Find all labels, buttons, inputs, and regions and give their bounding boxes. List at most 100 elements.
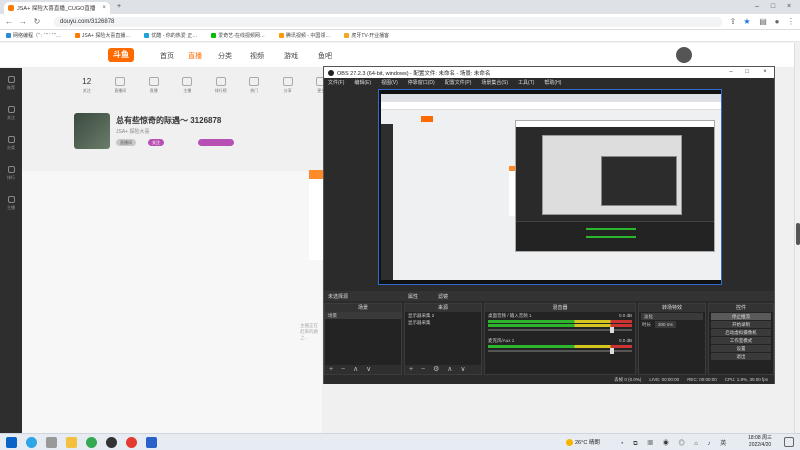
source-item[interactable]: 显示器采集 2 <box>405 312 481 319</box>
stop-streaming-button[interactable]: 停止推流 <box>711 313 771 320</box>
weibo-icon[interactable] <box>126 437 137 448</box>
nav-game[interactable]: 游戏 <box>284 51 298 61</box>
obs-menu-file[interactable]: 文件(F) <box>328 79 344 86</box>
volume-slider[interactable] <box>488 327 632 333</box>
video-player[interactable]: 主播正在赶来的路上… <box>22 171 322 433</box>
slider-thumb[interactable] <box>610 348 614 354</box>
filters-button[interactable]: 滤镜 <box>438 293 448 300</box>
profile-icon[interactable]: ● <box>772 17 782 27</box>
subnav-item[interactable]: 主播 <box>175 77 201 107</box>
obs-maximize-icon[interactable]: □ <box>740 67 754 78</box>
bookmark-icon <box>6 33 11 38</box>
bookmark-item[interactable]: 腾讯视频 - 中国领… <box>278 32 330 39</box>
sidebar-item[interactable]: 关注 <box>0 98 22 128</box>
obs-preview[interactable] <box>378 89 722 285</box>
settings-button[interactable]: 设置 <box>711 345 771 352</box>
reading-list-icon[interactable]: ▤ <box>758 17 768 27</box>
chrome-icon[interactable] <box>86 437 97 448</box>
obs-statusbar: 丢帧 0 (0.0%) LIVE: 00:00:00 REC: 00:00:00… <box>324 375 774 384</box>
sidebar-item[interactable]: 分类 <box>0 128 22 158</box>
subnav-item[interactable]: 排行榜 <box>208 77 234 107</box>
bookmark-icon <box>211 33 217 38</box>
transition-select[interactable]: 淡化 <box>641 313 703 320</box>
menu-dots-icon[interactable]: ⋮ <box>786 17 796 27</box>
volume-slider[interactable] <box>488 348 632 354</box>
properties-button[interactable]: 属性 <box>408 293 418 300</box>
weather-widget[interactable]: 26°C 晴朗 <box>566 438 600 446</box>
obs-icon[interactable] <box>106 437 117 448</box>
minimize-icon[interactable]: – <box>752 2 762 12</box>
edge-icon[interactable] <box>26 437 37 448</box>
subnav-item[interactable]: 热门 <box>242 77 268 107</box>
scenes-toolbar[interactable]: + − ∧ ∨ <box>325 365 401 374</box>
nav-category[interactable]: 分类 <box>218 51 232 61</box>
obs-menu-profile[interactable]: 配置文件(P) <box>445 79 472 86</box>
obs-menu-docks[interactable]: 停靠窗口(D) <box>408 79 435 86</box>
share-icon[interactable]: ⇪ <box>728 17 738 27</box>
bookmark-icon <box>74 33 80 38</box>
obs-minimize-icon[interactable]: – <box>724 67 738 78</box>
nav-live[interactable]: 直播 <box>188 51 202 61</box>
scroll-thumb[interactable] <box>796 223 800 245</box>
scene-item[interactable]: 场景 <box>325 312 401 319</box>
subnav-item[interactable]: 分享 <box>275 77 301 107</box>
rank-icon <box>215 77 226 86</box>
subnav-follow[interactable]: 12 关注 <box>74 77 100 107</box>
close-window-icon[interactable]: × <box>784 2 794 12</box>
bookmark-item[interactable]: 优酷 - 你的热爱 正… <box>144 32 197 39</box>
slider-thumb[interactable] <box>610 327 614 333</box>
url-input[interactable]: douyu.com/3126878 <box>54 17 722 27</box>
notification-icon[interactable] <box>784 437 794 447</box>
new-tab-icon[interactable]: + <box>114 2 124 12</box>
live-time: LIVE: 00:00:00 <box>649 377 680 382</box>
bookmark-item[interactable]: JSA+ 探险大喜直播… <box>74 32 130 39</box>
user-avatar[interactable] <box>676 47 692 63</box>
back-icon[interactable]: ← <box>4 17 14 27</box>
obs-menu-view[interactable]: 视图(V) <box>381 79 398 86</box>
maximize-icon[interactable]: □ <box>768 2 778 12</box>
forward-icon[interactable]: → <box>18 17 28 27</box>
app-icon[interactable] <box>146 437 157 448</box>
subnav-item[interactable]: 直播 <box>141 77 167 107</box>
studio-mode-button[interactable]: 工作室模式 <box>711 337 771 344</box>
tab-close-icon[interactable]: × <box>102 5 106 11</box>
fans-badge[interactable] <box>198 139 234 146</box>
task-view-icon[interactable] <box>46 437 57 448</box>
streamer-avatar[interactable] <box>74 113 110 149</box>
start-icon[interactable] <box>6 437 17 448</box>
sidebar-item[interactable]: 排行 <box>0 158 22 188</box>
tray-icons[interactable]: ◔ ⧉ ▦ ◉ ◎ ⌂ ♪ 英 <box>620 438 730 448</box>
transitions-dock: 转场特效 淡化 时长 300 ms <box>638 303 706 375</box>
reload-icon[interactable]: ↻ <box>32 17 42 27</box>
bookmark-star-icon[interactable]: ★ <box>742 17 752 27</box>
subnav-item[interactable]: 直播间 <box>108 77 134 107</box>
nav-home[interactable]: 首页 <box>160 51 174 61</box>
bookmark-item[interactable]: 爱奇艺-在线视频网… <box>211 32 265 39</box>
page-scrollbar[interactable] <box>794 43 800 433</box>
nav-video[interactable]: 视频 <box>250 51 264 61</box>
site-logo[interactable]: 斗鱼 <box>108 48 134 62</box>
clock[interactable]: 18:08 周三 2022/4/20 <box>748 435 772 449</box>
source-item[interactable]: 显示器采集 <box>405 319 481 326</box>
obs-menu-edit[interactable]: 编辑(E) <box>354 79 371 86</box>
obs-close-icon[interactable]: × <box>758 67 772 78</box>
nav-fishbar[interactable]: 鱼吧 <box>318 51 332 61</box>
start-recording-button[interactable]: 开始录制 <box>711 321 771 328</box>
follow-badge[interactable]: 关注 <box>148 139 164 146</box>
obs-menu-tools[interactable]: 工具(T) <box>518 79 534 86</box>
browser-tab[interactable]: JSA+ 探险大喜直播_CUGO直播 × <box>4 2 110 14</box>
sources-toolbar[interactable]: + − ⚙ ∧ ∨ <box>405 365 481 374</box>
exit-button[interactable]: 退出 <box>711 353 771 360</box>
clock-date: 2022/4/20 <box>748 442 772 448</box>
bookmark-icon <box>344 33 350 38</box>
duration-input[interactable]: 300 ms <box>655 321 676 328</box>
explorer-icon[interactable] <box>66 437 77 448</box>
sidebar-item[interactable]: 主播 <box>0 188 22 218</box>
sun-icon <box>566 438 573 446</box>
bookmark-item[interactable]: 网络编程（“ : ‘ “ ‘ ’ ”… <box>6 32 61 39</box>
bookmark-item[interactable]: 虎牙TV-开业播客 <box>344 32 389 39</box>
virtual-camera-button[interactable]: 启动虚拟摄像机 <box>711 329 771 336</box>
sidebar-item[interactable]: 推荐 <box>0 68 22 98</box>
obs-menu-scenes[interactable]: 场景集合(S) <box>481 79 508 86</box>
obs-menu-help[interactable]: 帮助(H) <box>544 79 561 86</box>
